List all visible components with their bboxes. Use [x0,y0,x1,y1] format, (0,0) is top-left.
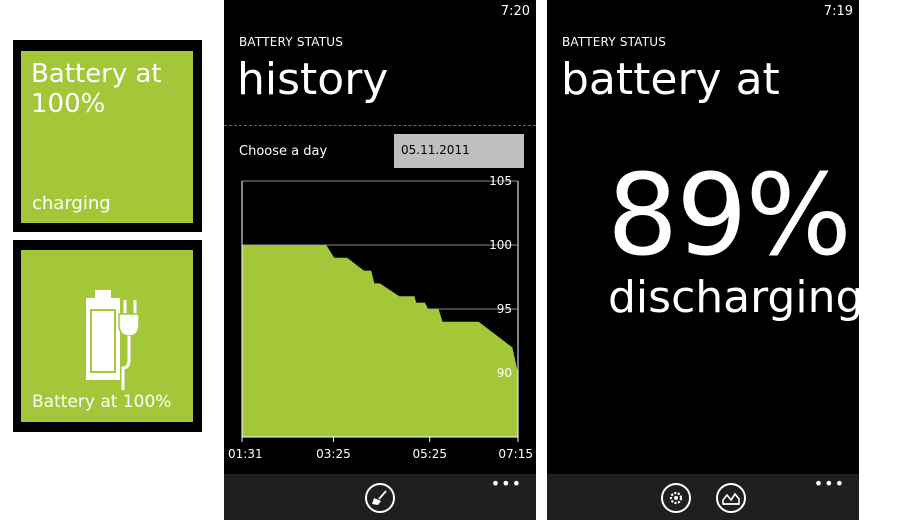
battery-state: discharging [608,272,859,323]
page-title: battery at [561,54,780,105]
x-tick-label: 07:15 [498,447,533,461]
battery-level-area [242,245,518,437]
tile-title-line2: 100% [31,89,106,119]
battery-plug-icon [86,290,140,390]
y-tick-label: 100 [489,238,512,252]
y-tick-label: 95 [497,302,512,316]
tile-title-line1: Battery at [31,59,162,89]
app-bar: ••• [224,474,536,520]
battery-history-chart: 90 95 100 105 01:31 03:25 05:25 07:15 [228,174,533,461]
broom-icon [372,490,387,505]
history-screen: 7:20 BATTERY STATUS history Choose a day… [224,0,536,520]
status-screen: 7:19 BATTERY STATUS battery at 89% disch… [547,0,859,520]
clock: 7:19 [823,4,853,19]
clean-button[interactable] [365,483,395,513]
y-tick-label: 90 [497,366,512,380]
chart-icon [722,492,740,505]
x-tick-label: 01:31 [228,447,263,461]
app-bar: ••• [547,474,859,520]
x-tick-label: 03:25 [316,447,351,461]
history-button[interactable] [716,483,746,513]
more-options[interactable]: ••• [491,474,522,493]
more-options[interactable]: ••• [814,474,845,493]
battery-tile-large[interactable]: Battery at 100% charging [21,51,193,223]
y-tick-label: 105 [489,174,512,188]
tile-status: charging [32,193,111,214]
battery-tile-icon[interactable]: Battery at 100% [21,250,193,422]
x-tick-label: 05:25 [412,447,447,461]
tile-icon-label: Battery at 100% [32,392,172,412]
app-title: BATTERY STATUS [562,35,667,49]
settings-button[interactable] [661,483,691,513]
battery-percent: 89% [607,151,852,281]
settings-icon [669,491,683,505]
